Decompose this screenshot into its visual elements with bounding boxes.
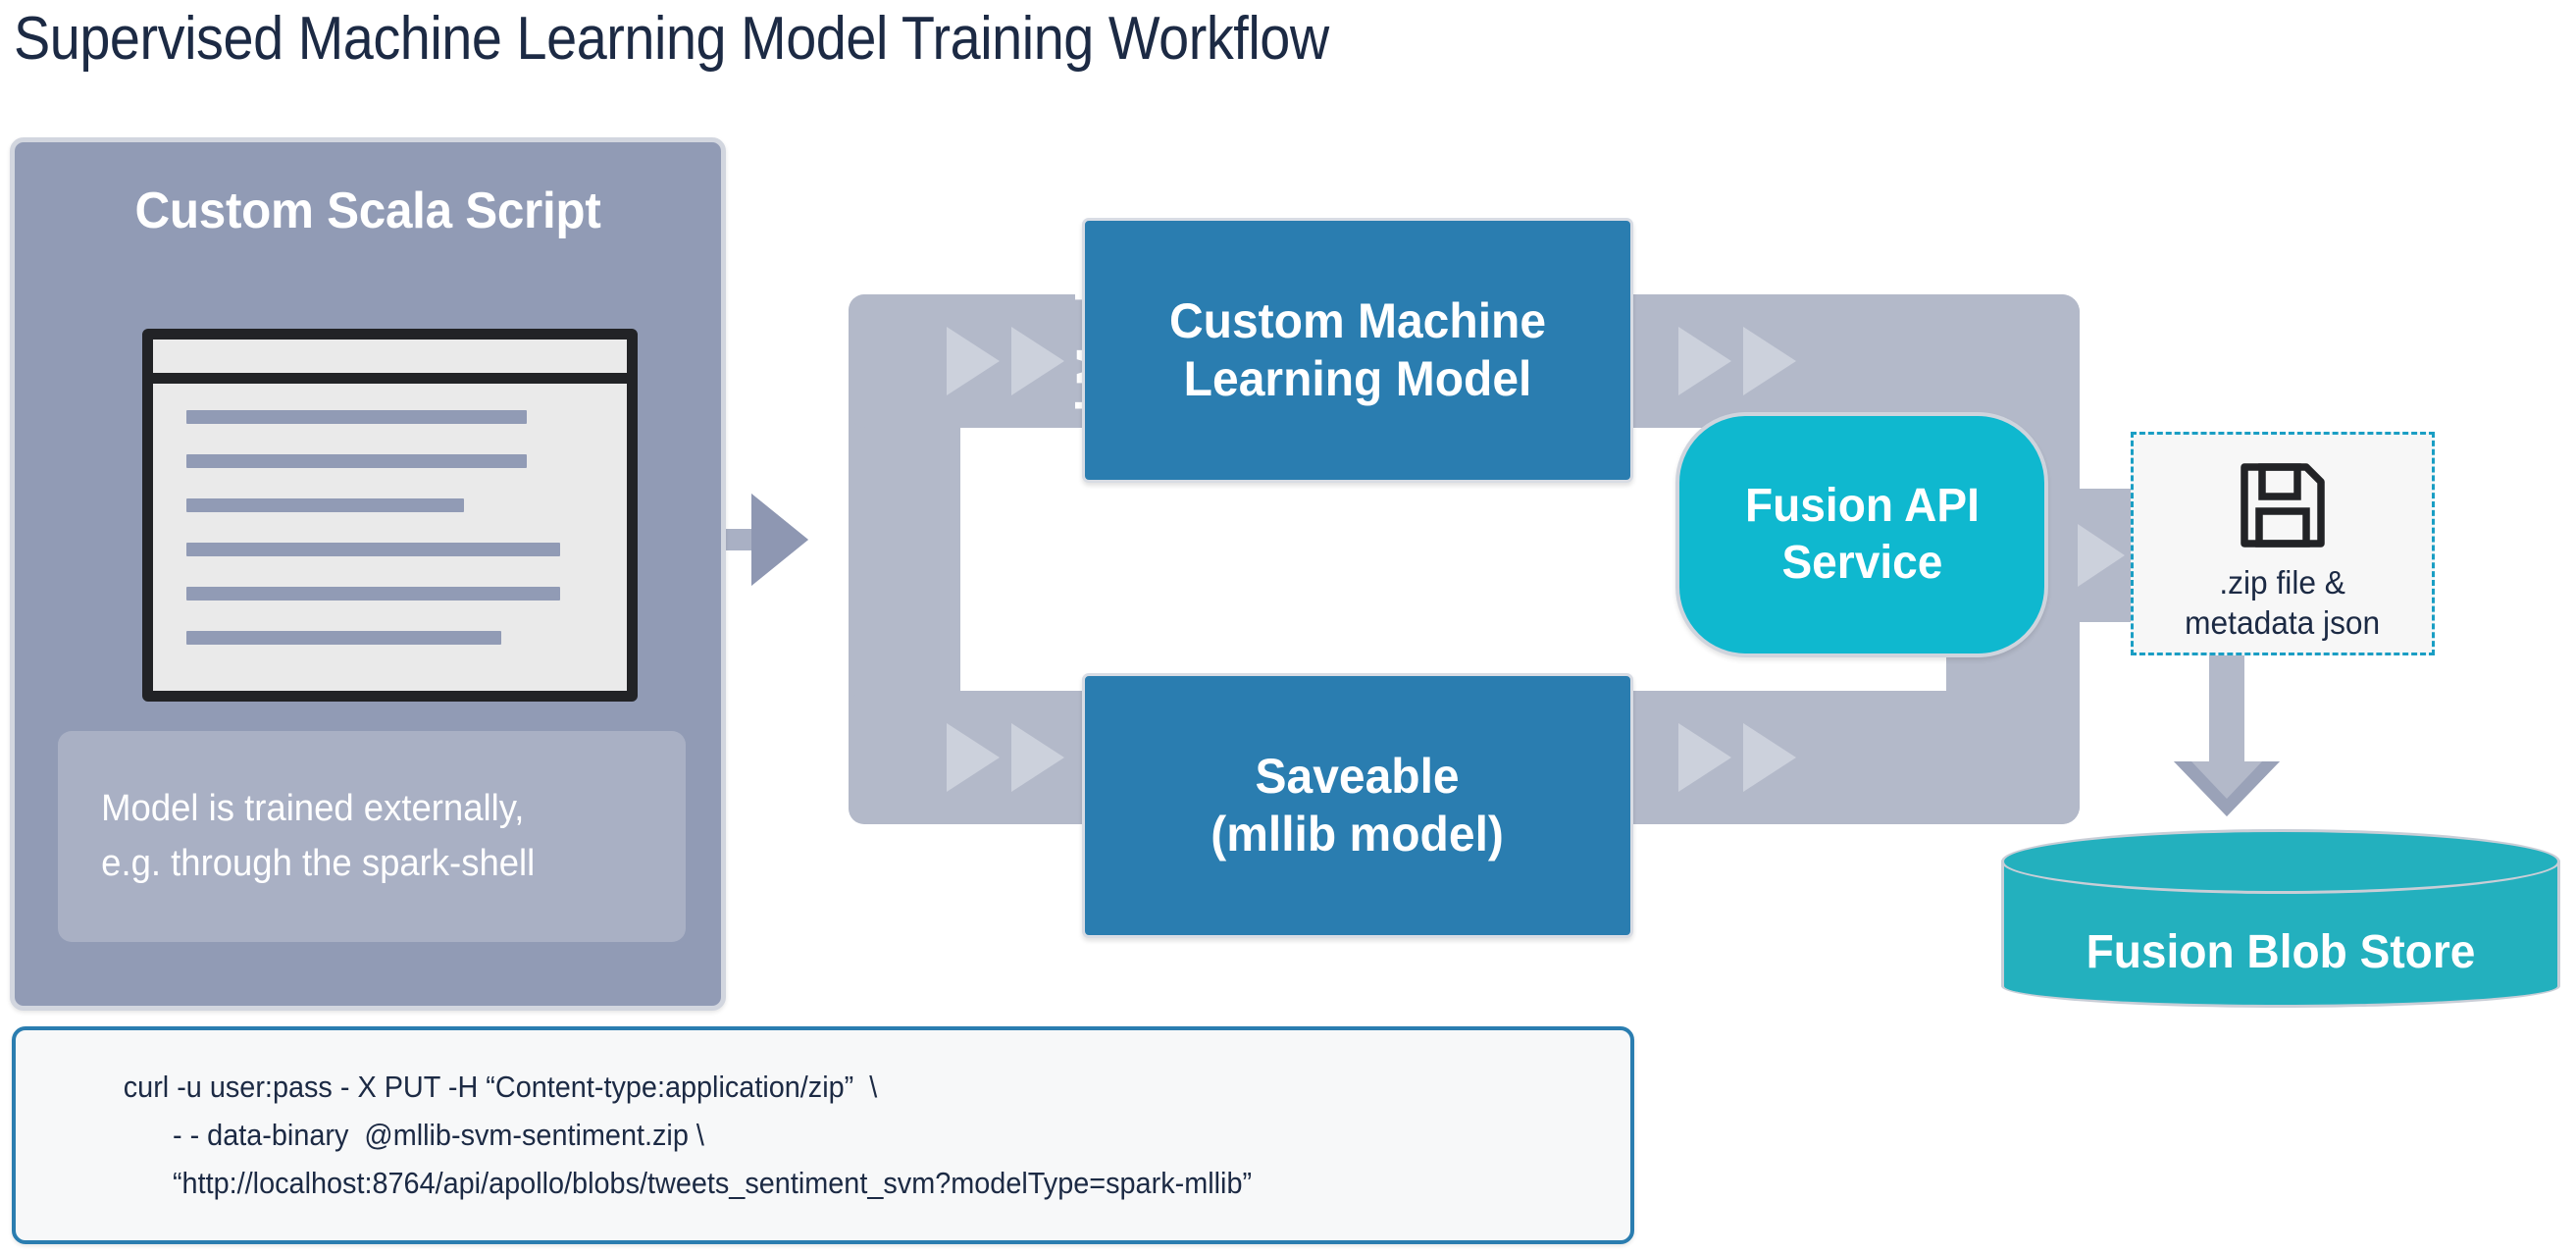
code-line: curl -u user:pass - X PUT -H “Content-ty…	[123, 1070, 878, 1104]
triangle-right-icon	[1678, 723, 1796, 792]
triangle-right-icon	[1678, 327, 1796, 395]
fusion-api-label: Fusion API Service	[1744, 480, 1980, 589]
page-title: Supervised Machine Learning Model Traini…	[14, 5, 1329, 73]
document-line	[186, 631, 502, 645]
saveable-label: Saveable (mllib model)	[1211, 749, 1505, 862]
code-line: “http://localhost:8764/api/apollo/blobs/…	[172, 1165, 1253, 1200]
custom-ml-label: Custom Machine Learning Model	[1168, 293, 1547, 406]
document-line	[186, 454, 527, 468]
cylinder-top	[2001, 829, 2560, 894]
document-line	[186, 410, 527, 424]
training-note-text: Model is trained externally, e.g. throug…	[101, 788, 536, 884]
zip-artifact-label: .zip file & metadata json	[2185, 564, 2381, 642]
fusion-blob-store-cylinder[interactable]: Fusion Blob Store	[2001, 829, 2560, 1016]
document-titlebar	[153, 340, 627, 384]
document-line	[186, 498, 465, 512]
zip-artifact-box: .zip file & metadata json	[2131, 432, 2435, 655]
saveable-mllib-model-box[interactable]: Saveable (mllib model)	[1082, 673, 1633, 938]
script-document-icon	[142, 329, 638, 702]
floppy-disk-save-icon	[2241, 463, 2325, 548]
triangle-right-icon	[2078, 524, 2125, 587]
training-note-card: Model is trained externally, e.g. throug…	[58, 731, 686, 942]
diagram-canvas: Supervised Machine Learning Model Traini…	[0, 0, 2576, 1254]
document-lines	[186, 410, 601, 673]
arrow-down-icon	[2174, 655, 2280, 816]
custom-scala-script-panel: Custom Scala Script Model is trained ext…	[10, 137, 726, 1011]
triangle-right-icon	[947, 327, 1064, 395]
triangle-right-icon	[947, 723, 1064, 792]
fusion-api-service-node[interactable]: Fusion API Service	[1675, 412, 2048, 657]
document-line	[186, 543, 560, 556]
blob-store-label: Fusion Blob Store	[2086, 926, 2476, 978]
curl-command-box: curl -u user:pass - X PUT -H “Content-ty…	[12, 1026, 1634, 1244]
document-line	[186, 587, 560, 601]
custom-machine-learning-model-box[interactable]: Custom Machine Learning Model	[1082, 218, 1633, 483]
panel-title: Custom Scala Script	[134, 183, 601, 239]
code-line: - - data-binary @mllib-svm-sentiment.zip…	[172, 1117, 704, 1152]
